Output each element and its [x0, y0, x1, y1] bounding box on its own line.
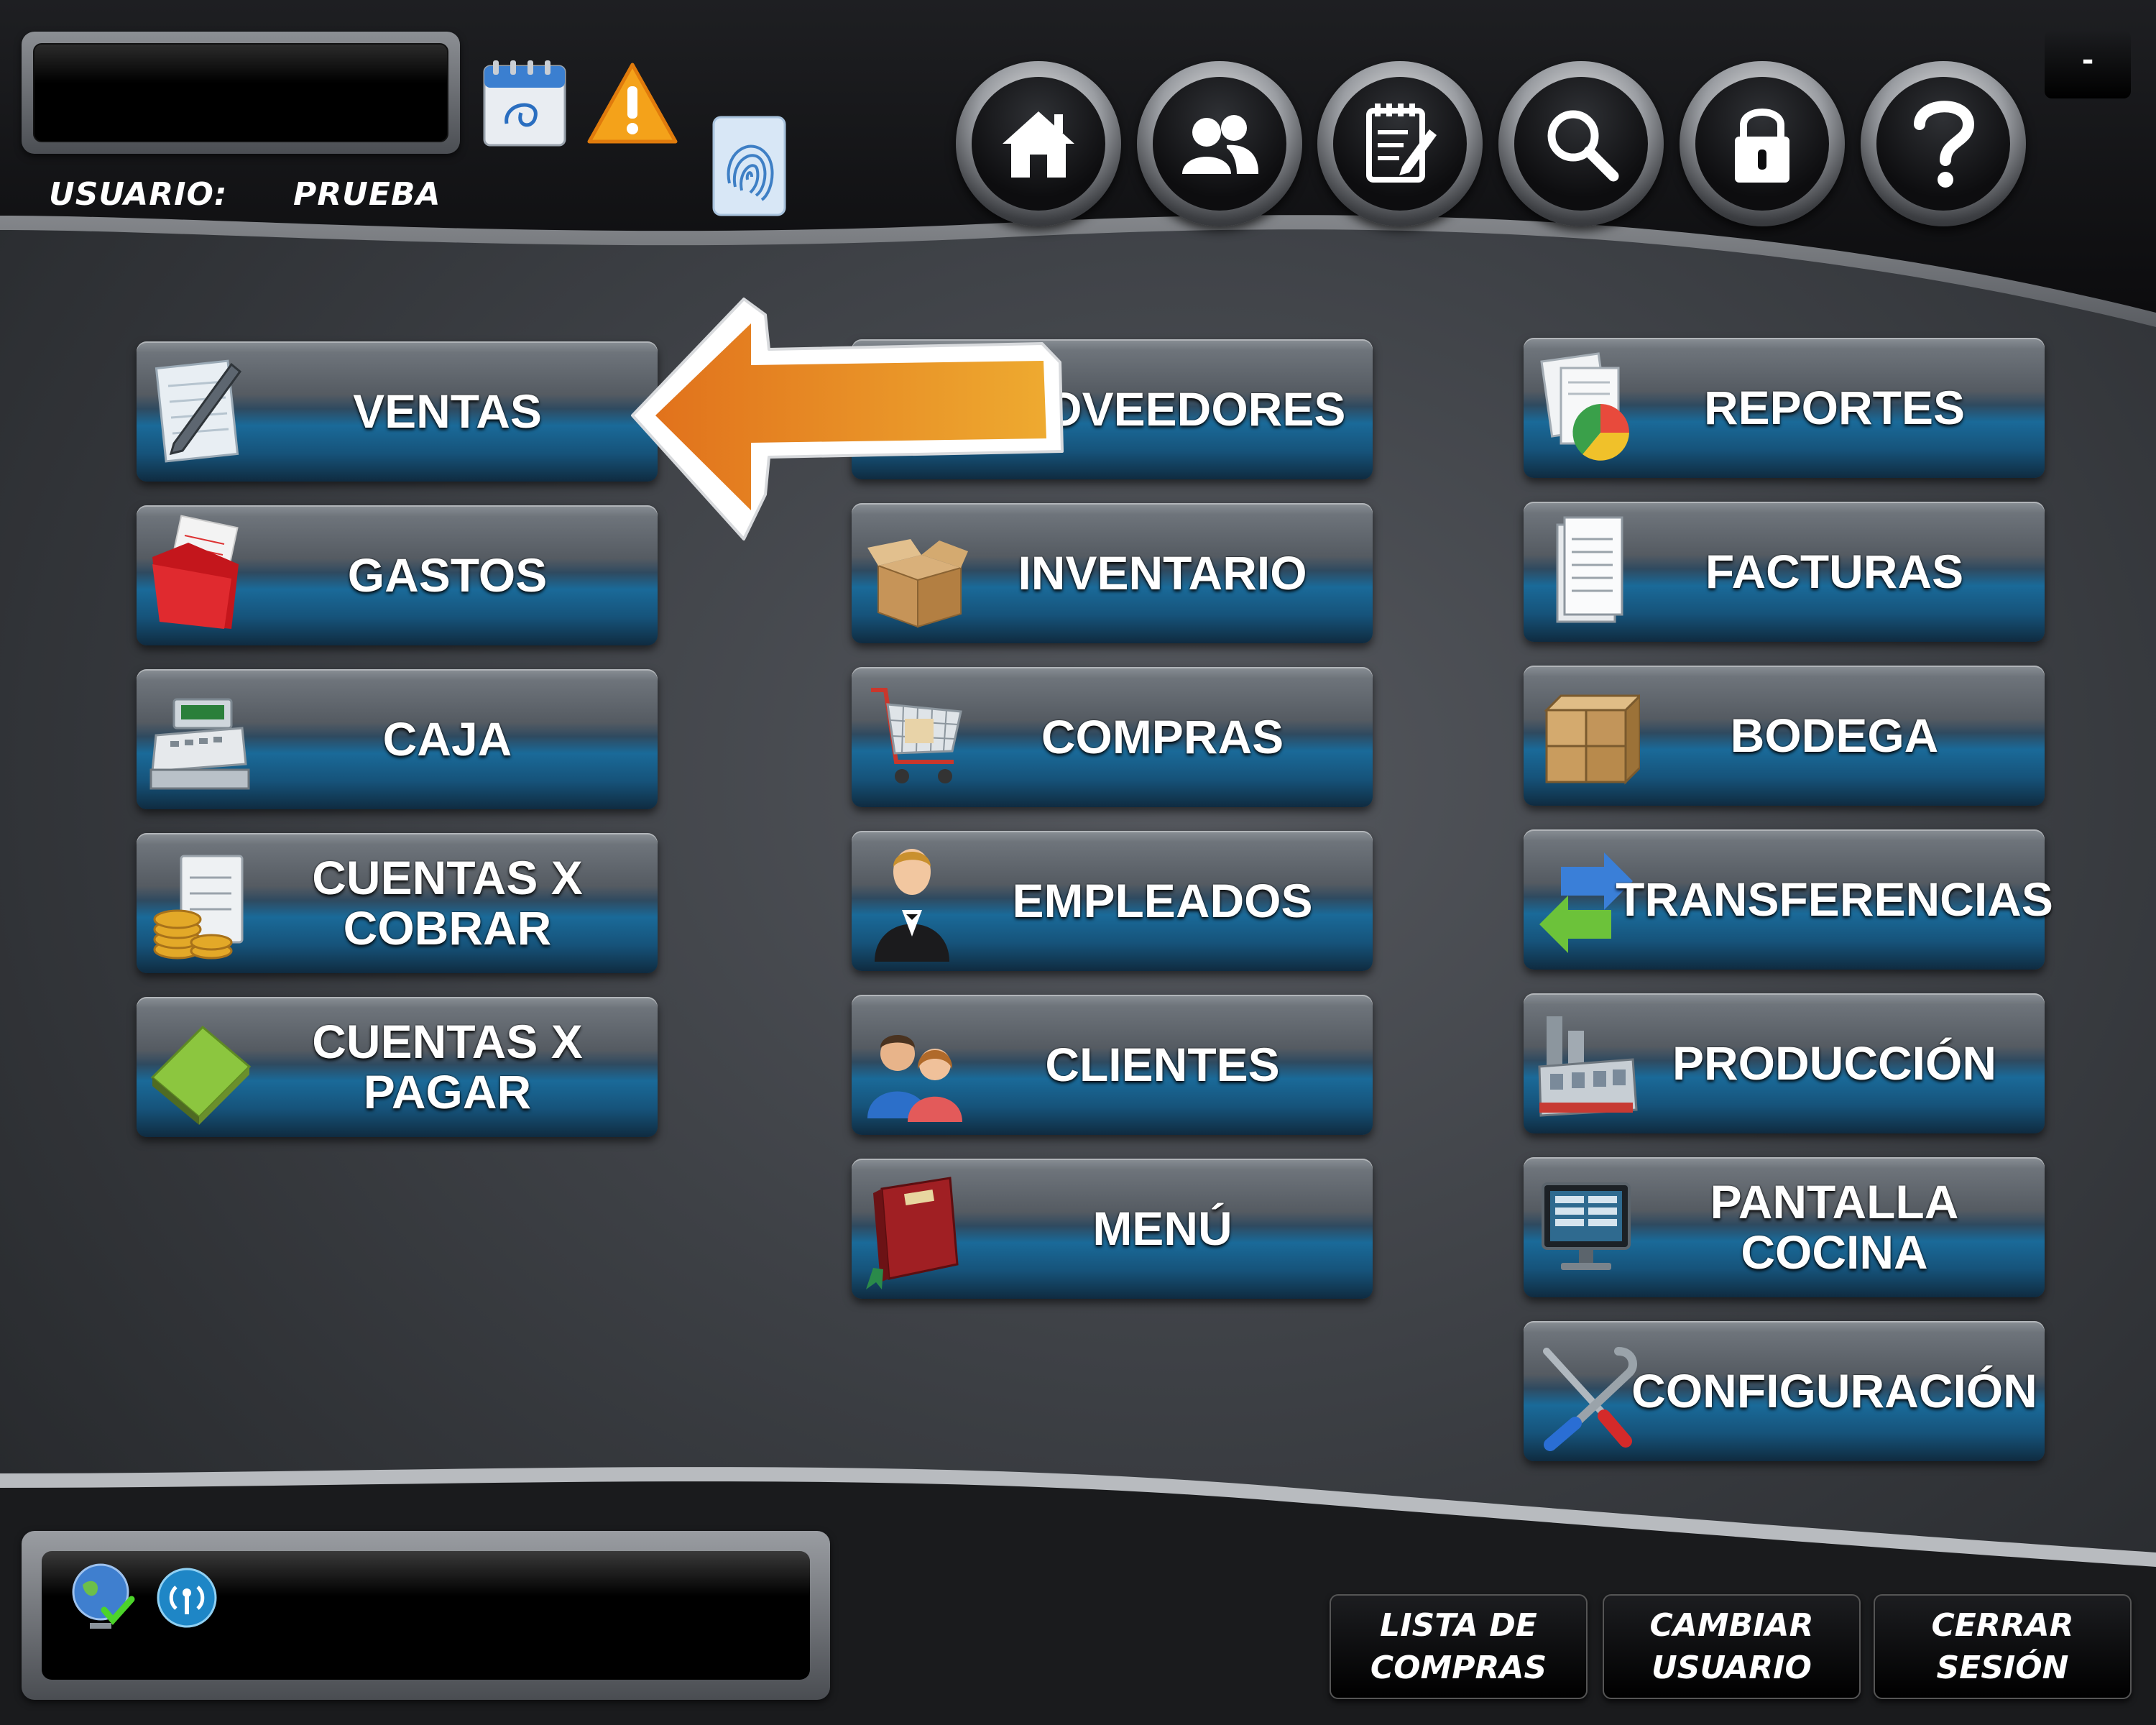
menu-label: CONFIGURACIÓN [1631, 1363, 2037, 1417]
orange-arrow-overlay [631, 298, 1064, 540]
red-folder-icon [152, 515, 239, 629]
menu-label: GASTOS [347, 548, 548, 602]
menu-empleados[interactable]: EMPLEADOS [852, 831, 1373, 971]
menu-label: TRANSFERENCIAS [1616, 872, 2053, 926]
menu-label: CUENTAS X COBRAR [312, 851, 583, 954]
report-chart-icon [1540, 352, 1629, 461]
menu-produccion[interactable]: PRODUCCIÓN [1524, 993, 2045, 1133]
notes-icon [1366, 104, 1437, 183]
menu-menu[interactable]: MENÚ [852, 1159, 1373, 1299]
user-name: PRUEBA [293, 176, 441, 213]
status-panel [22, 1531, 830, 1700]
logout-button[interactable]: CERRAR SESIÓN [1874, 1594, 2132, 1699]
fingerprint-icon[interactable] [711, 115, 787, 217]
help-icon [1914, 101, 1975, 188]
tools-icon [1543, 1347, 1637, 1451]
menu-compras[interactable]: COMPRAS [852, 667, 1373, 807]
menu-label: CUENTAS X PAGAR [312, 1015, 583, 1118]
menu-cuentas-pagar[interactable]: CUENTAS X PAGAR [137, 997, 658, 1137]
notes-button[interactable] [1317, 61, 1483, 226]
users-icon [1182, 115, 1259, 174]
menu-label: CAJA [382, 712, 512, 765]
menu-label: MENÚ [1092, 1201, 1233, 1255]
pencil-note-icon [155, 359, 242, 463]
menu-book-icon [866, 1177, 959, 1289]
menu-label: VENTAS [353, 384, 542, 438]
cash-register-icon [149, 698, 250, 790]
factory-icon [1538, 1016, 1638, 1117]
green-book-icon [150, 1025, 252, 1125]
menu-ventas[interactable]: VENTAS [137, 341, 658, 482]
network-globe-icon [72, 1563, 135, 1629]
help-button[interactable] [1861, 61, 2026, 226]
menu-pantalla-cocina[interactable]: PANTALLA COCINA [1524, 1157, 2045, 1297]
menu-gastos[interactable]: GASTOS [137, 505, 658, 645]
menu-label: CLIENTES [1045, 1037, 1280, 1091]
calendar-icon[interactable] [482, 59, 568, 149]
home-button[interactable] [956, 61, 1121, 226]
menu-caja[interactable]: CAJA [137, 669, 658, 809]
lock-icon [1735, 109, 1789, 183]
user-display [22, 32, 460, 154]
waiter-icon [875, 849, 949, 962]
home-icon [1003, 111, 1074, 178]
warning-icon[interactable] [586, 61, 679, 147]
search-icon [1547, 110, 1619, 182]
menu-transferencias[interactable]: TRANSFERENCIAS [1524, 829, 2053, 970]
customers-icon [867, 1035, 962, 1122]
invoice-icon [1556, 516, 1623, 623]
menu-label: BODEGA [1730, 708, 1939, 762]
menu-label: PANTALLA COCINA [1710, 1175, 1959, 1279]
shopping-cart-icon [871, 688, 962, 783]
menu-cuentas-cobrar[interactable]: CUENTAS X COBRAR [137, 833, 658, 973]
search-button[interactable] [1498, 61, 1664, 226]
lock-button[interactable] [1680, 61, 1845, 226]
menu-label: FACTURAS [1705, 544, 1964, 598]
minimize-button[interactable]: - [2045, 30, 2131, 98]
menu-label: COMPRAS [1041, 709, 1284, 763]
menu-label: PRODUCCIÓN [1672, 1036, 1996, 1090]
user-label: USUARIO: [49, 176, 228, 213]
menu-clientes[interactable]: CLIENTES [852, 995, 1373, 1135]
menu-facturas[interactable]: FACTURAS [1524, 502, 2045, 642]
stacked-boxes-icon [1544, 694, 1640, 785]
users-button[interactable] [1137, 61, 1302, 226]
menu-label: EMPLEADOS [1012, 873, 1313, 927]
change-user-button[interactable]: CAMBIAR USUARIO [1603, 1594, 1861, 1699]
app-screen: USUARIO: PRUEBA - VENTAS GASTOS CAJA CUE… [0, 0, 2156, 1725]
menu-reportes[interactable]: REPORTES [1524, 338, 2045, 478]
wireless-signal-icon [157, 1568, 217, 1628]
menu-label: REPORTES [1703, 380, 1966, 434]
monitor-icon [1542, 1182, 1631, 1270]
menu-bodega[interactable]: BODEGA [1524, 666, 2045, 806]
menu-configuracion[interactable]: CONFIGURACIÓN [1524, 1321, 2045, 1461]
coins-receipt-icon [153, 855, 244, 960]
shopping-list-button[interactable]: LISTA DE COMPRAS [1330, 1594, 1588, 1699]
